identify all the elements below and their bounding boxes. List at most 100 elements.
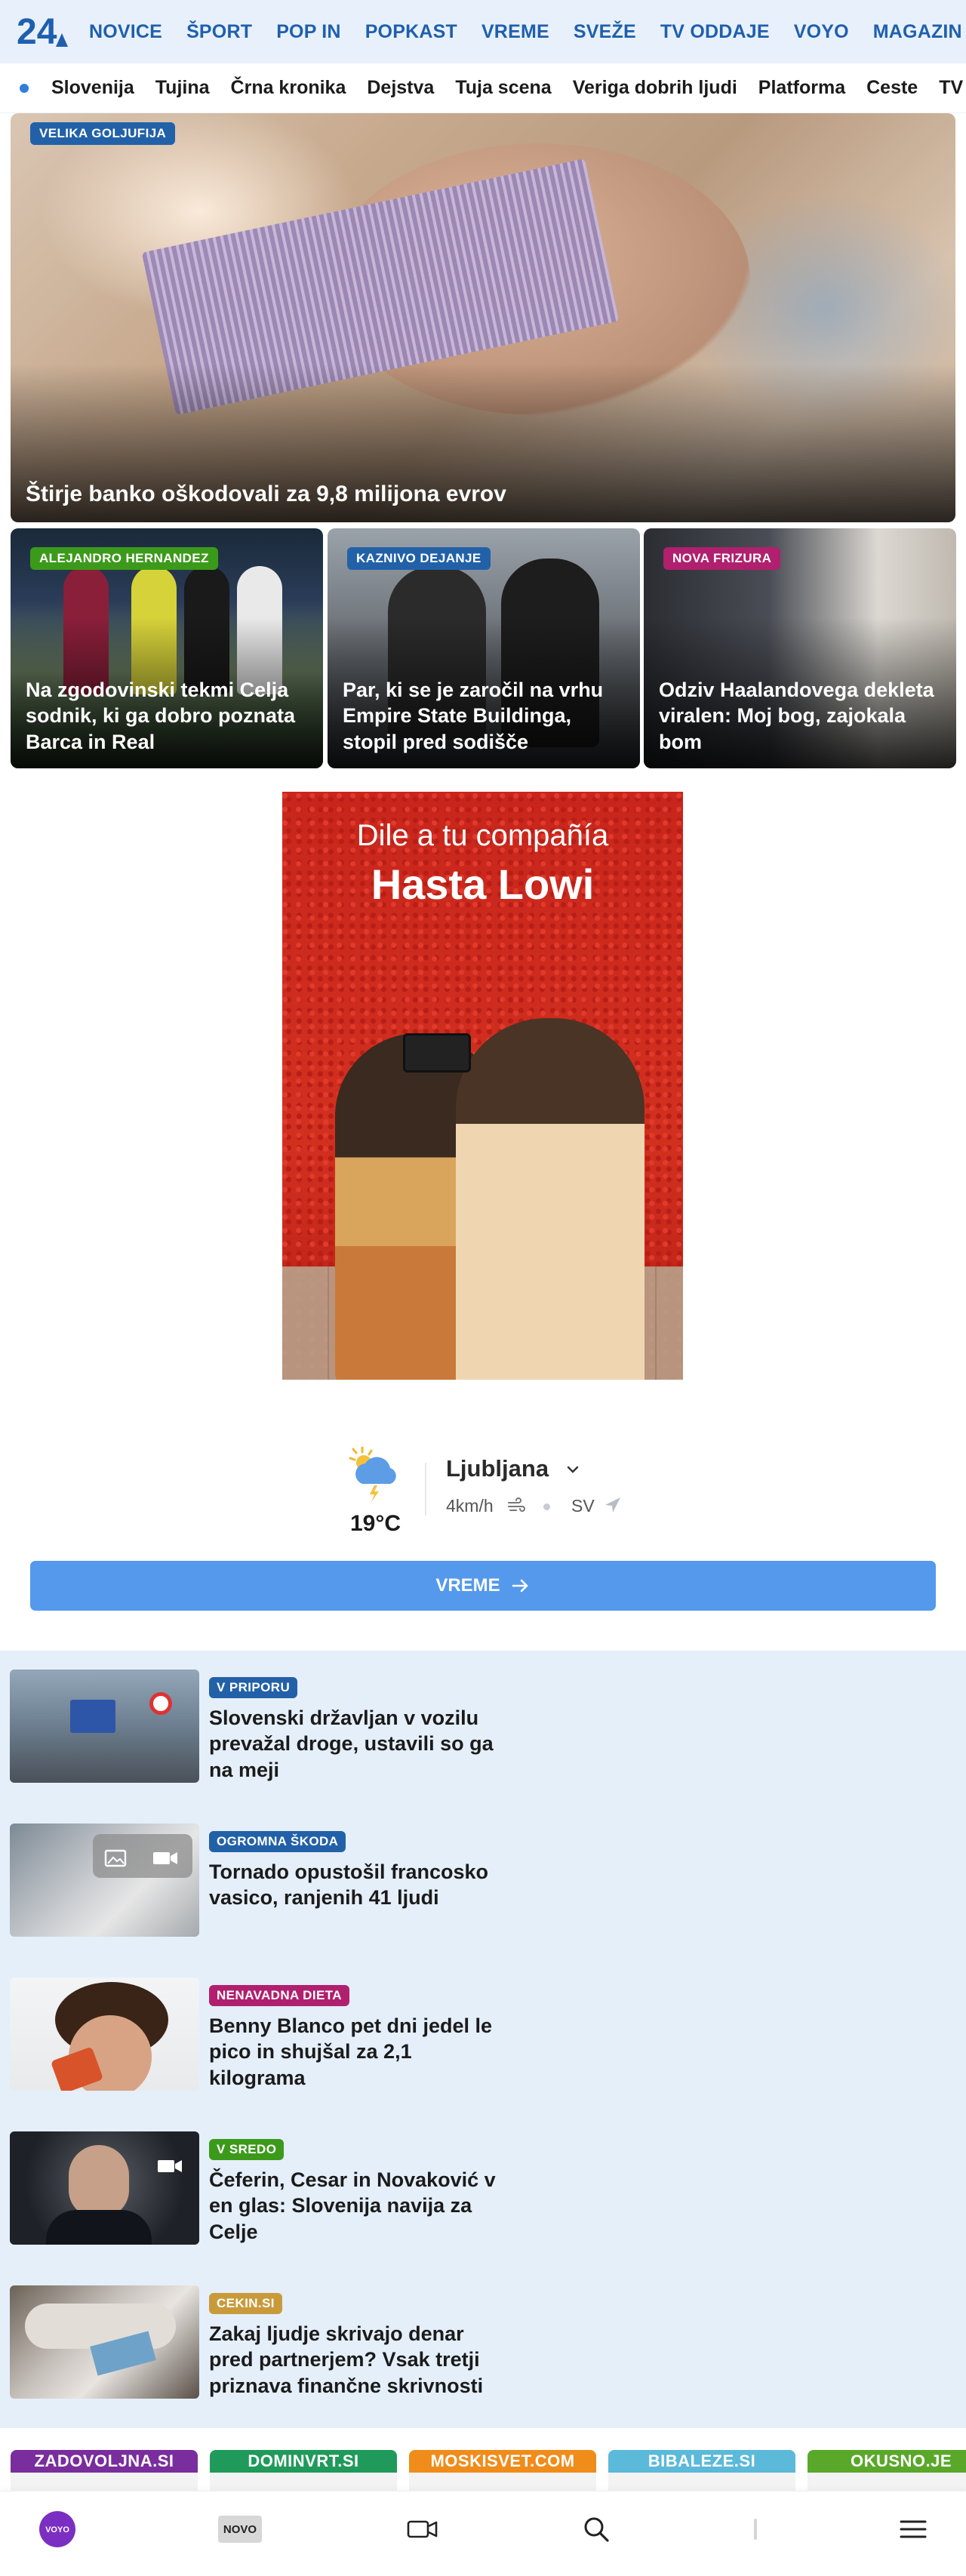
nav-sveze[interactable]: SVEŽE	[574, 21, 636, 43]
partner-label: OKUSNO.JE	[808, 2450, 966, 2473]
article-list: V PRIPORU Slovenski državljan v vozilu p…	[0, 1651, 966, 2428]
subnav-tujina[interactable]: Tujina	[155, 77, 210, 99]
partner-tab[interactable]: MOSKISVET.COM	[409, 2450, 596, 2495]
partner-tab[interactable]: ZADOVOLJNA.SI	[11, 2450, 198, 2495]
card-badge: NOVA FRIZURA	[663, 547, 781, 570]
arrow-right-icon	[512, 1579, 528, 1593]
weather-divider	[425, 1463, 426, 1516]
nav-pop-in[interactable]: POP IN	[276, 21, 341, 43]
hero-badge: VELIKA GOLJUFIJA	[30, 122, 176, 145]
subnav-dejstva[interactable]: Dejstva	[367, 77, 434, 99]
gallery-icon	[104, 1849, 127, 1867]
voyo-button[interactable]: VOYO	[38, 2507, 77, 2552]
nav-tv-oddaje[interactable]: TV ODDAJE	[660, 21, 770, 43]
video-icon	[153, 1852, 177, 1864]
card-title[interactable]: Odziv Haalandovega dekleta viralen: Moj …	[659, 677, 941, 755]
video-icon	[407, 2520, 438, 2538]
subnav-platforma[interactable]: Platforma	[758, 77, 845, 99]
partner-label: ZADOVOLJNA.SI	[11, 2450, 198, 2473]
weather-widget: 19°C Ljubljana 4km/h SV	[0, 1434, 966, 1547]
weather-forecast-button[interactable]: VREME	[30, 1561, 936, 1611]
article-badge: OGROMNA ŠKODA	[209, 1831, 346, 1852]
nav-sport[interactable]: ŠPORT	[186, 21, 252, 43]
article-title[interactable]: Slovenski državljan v vozilu prevažal dr…	[209, 1705, 496, 1783]
subnav-tuja-scena[interactable]: Tuja scena	[455, 77, 551, 99]
article-thumbnail[interactable]	[10, 1670, 199, 1783]
search-icon	[584, 2517, 609, 2542]
wind-icon	[508, 1497, 525, 1512]
video-icon	[158, 2160, 182, 2172]
partner-tab[interactable]: DOMINVRT.SI	[210, 2450, 397, 2495]
search-button[interactable]	[581, 2507, 611, 2552]
list-item[interactable]: NENAVADNA DIETA Benny Blanco pet dni jed…	[10, 1968, 956, 2091]
article-badge: V SREDO	[209, 2139, 285, 2160]
main-menu: NOVICE ŠPORT POP IN POPKAST VREME SVEŽE …	[89, 21, 962, 43]
phone-image	[403, 1033, 471, 1073]
article-title[interactable]: Čeferin, Cesar in Novaković v en glas: S…	[209, 2167, 496, 2245]
article-card[interactable]: NOVA FRIZURA Odziv Haalandovega dekleta …	[644, 528, 956, 768]
weather-temperature: 19°C	[350, 1511, 401, 1536]
menu-button[interactable]	[898, 2507, 928, 2552]
article-thumbnail[interactable]	[10, 2285, 199, 2399]
weather-cloud-sun-rain-icon	[349, 1446, 396, 1502]
list-item[interactable]: OGROMNA ŠKODA Tornado opustošil francosk…	[10, 1814, 956, 1937]
ad-line-1: Dile a tu compañía	[356, 819, 609, 852]
list-item[interactable]: CEKIN.SI Zakaj ljudje skrivajo denar pre…	[10, 2276, 956, 2399]
article-thumbnail[interactable]	[10, 1977, 199, 2091]
subnav-ceste[interactable]: Ceste	[866, 77, 918, 99]
article-title[interactable]: Tornado opustošil francosko vasico, ranj…	[209, 1859, 496, 1911]
partner-label: MOSKISVET.COM	[409, 2450, 596, 2473]
article-badge: CEKIN.SI	[209, 2293, 282, 2314]
card-title[interactable]: Na zgodovinski tekmi Celja sodnik, ki ga…	[26, 677, 308, 755]
list-item[interactable]: V SREDO Čeferin, Cesar in Novaković v en…	[10, 2122, 956, 2245]
weather-wind-speed: 4km/h	[446, 1496, 494, 1516]
partner-label: DOMINVRT.SI	[210, 2450, 397, 2473]
novo-label: NOVO	[218, 2516, 262, 2543]
subnav-crna-kronika[interactable]: Črna kronika	[231, 77, 346, 99]
svg-text:24: 24	[17, 12, 57, 52]
top-navigation: 24 NOVICE ŠPORT POP IN POPKAST VREME SVE…	[0, 0, 966, 63]
sub-navigation: Slovenija Tujina Črna kronika Dejstva Tu…	[0, 63, 966, 113]
chevron-down-icon[interactable]	[565, 1461, 581, 1478]
svg-text:VOYO: VOYO	[45, 2525, 69, 2534]
subnav-indicator-dot	[20, 83, 29, 93]
partner-sites: ZADOVOLJNA.SI DOMINVRT.SI MOSKISVET.COM …	[11, 2450, 966, 2495]
article-card[interactable]: ALEJANDRO HERNANDEZ Na zgodovinski tekmi…	[11, 528, 323, 768]
card-badge: KAZNIVO DEJANJE	[347, 547, 491, 570]
advertisement-banner[interactable]: Dile a tu compañía Hasta Lowi	[282, 792, 683, 1380]
article-title[interactable]: Benny Blanco pet dni jedel le pico in sh…	[209, 2013, 496, 2091]
bottom-divider	[752, 2507, 759, 2552]
card-badge: ALEJANDRO HERNANDEZ	[30, 547, 218, 570]
article-title[interactable]: Zakaj ljudje skrivajo denar pred partner…	[209, 2321, 496, 2399]
article-badge: V PRIPORU	[209, 1677, 298, 1698]
hero-title[interactable]: Štirje banko oškodovali za 9,8 milijona …	[26, 482, 506, 507]
partner-tab[interactable]: BIBALEZE.SI	[608, 2450, 795, 2495]
hero-article[interactable]: VELIKA GOLJUFIJA Štirje banko oškodovali…	[11, 113, 955, 522]
list-item[interactable]: V PRIPORU Slovenski državljan v vozilu p…	[10, 1660, 956, 1783]
direction-arrow-icon	[605, 1497, 620, 1513]
card-title[interactable]: Par, ki se je zaročil na vrhu Empire Sta…	[343, 677, 625, 755]
nav-popkast[interactable]: POPKAST	[365, 21, 457, 43]
partner-label: BIBALEZE.SI	[608, 2450, 795, 2473]
menu-icon	[900, 2520, 927, 2538]
subnav-tv-spored[interactable]: TV spor	[939, 77, 966, 99]
bottom-navigation: VOYO NOVO	[0, 2491, 966, 2576]
article-thumbnail[interactable]	[10, 1824, 199, 1937]
partner-tab[interactable]: OKUSNO.JE	[808, 2450, 966, 2495]
novo-button[interactable]: NOVO	[217, 2507, 263, 2552]
weather-button-label: VREME	[435, 1575, 500, 1596]
article-thumbnail[interactable]	[10, 2131, 199, 2245]
subnav-slovenija[interactable]: Slovenija	[51, 77, 134, 99]
article-card[interactable]: KAZNIVO DEJANJE Par, ki se je zaročil na…	[328, 528, 640, 768]
ad-line-2: Hasta Lowi	[371, 860, 595, 908]
nav-vreme[interactable]: VREME	[481, 21, 549, 43]
subnav-veriga-dobrih-ljudi[interactable]: Veriga dobrih ljudi	[573, 77, 737, 99]
article-badge: NENAVADNA DIETA	[209, 1985, 349, 2006]
video-button[interactable]	[405, 2507, 441, 2552]
logo-24[interactable]: 24	[15, 11, 69, 53]
nav-magazin[interactable]: MAGAZIN	[873, 21, 962, 43]
weather-city-selector[interactable]: Ljubljana	[446, 1455, 549, 1482]
weather-wind-direction: SV	[571, 1496, 595, 1516]
nav-novice[interactable]: NOVICE	[89, 21, 162, 43]
nav-voyo[interactable]: VOYO	[794, 21, 849, 43]
